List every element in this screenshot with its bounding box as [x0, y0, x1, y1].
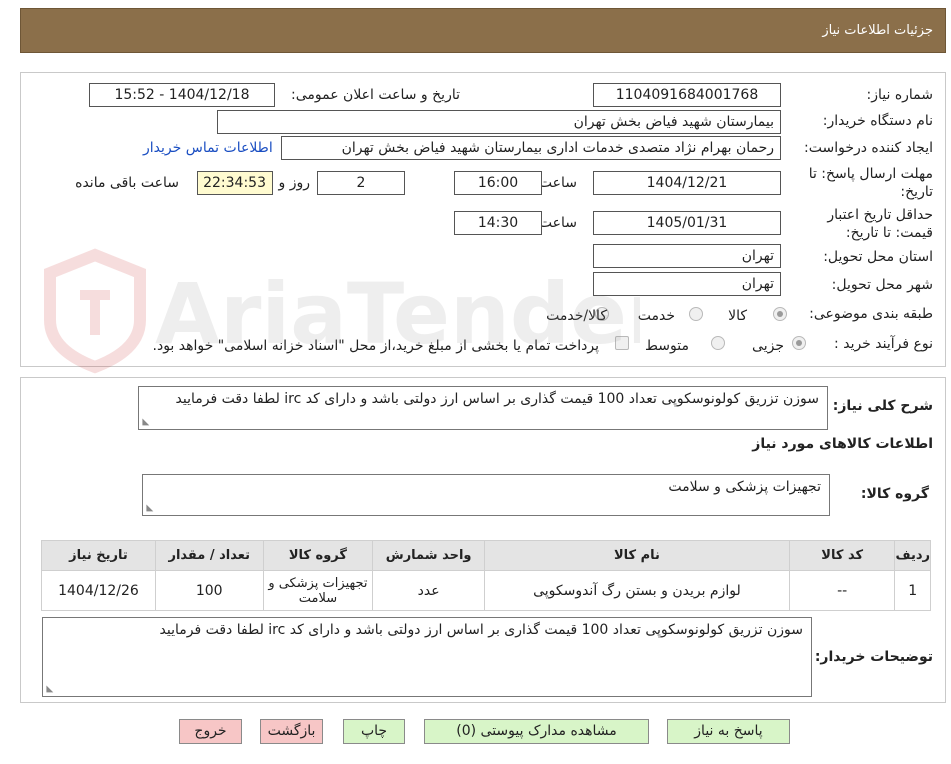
need-info-panel: شماره نیاز: 1104091684001768 تاریخ و ساع…: [20, 72, 946, 367]
buyer-notes-label: توضیحات خریدار:: [814, 649, 933, 665]
cell-qty: 100: [154, 570, 264, 611]
back-button[interactable]: بازگشت: [260, 719, 323, 744]
announce-label: تاریخ و ساعت اعلان عمومی:: [291, 87, 460, 103]
payment-note: پرداخت تمام یا بخشی از مبلغ خرید،از محل …: [152, 338, 599, 354]
creator-field: رحمان بهرام نژاد متصدی خدمات اداری بیمار…: [281, 136, 781, 160]
cell-date: 1404/12/26: [41, 570, 156, 611]
process-minor-radio[interactable]: [792, 336, 806, 350]
items-table: ردیف کد کالا نام کالا واحد شمارش گروه کا…: [41, 540, 931, 611]
col-row: ردیف: [894, 540, 931, 571]
remaining-label: ساعت باقی مانده: [75, 175, 179, 191]
cell-name: لوازم بریدن و بستن رگ آندوسکوپی: [483, 570, 790, 611]
buyer-org-field: بیمارستان شهید فیاض بخش تهران: [217, 110, 781, 134]
goods-group-textarea[interactable]: تجهیزات پزشکی و سلامت ◢: [142, 474, 830, 516]
goods-info-title: اطلاعات کالاهای مورد نیاز: [752, 436, 933, 452]
buyer-notes-textarea[interactable]: سوزن تزریق کولونوسکوپی تعداد 100 قیمت گذ…: [42, 617, 812, 697]
process-medium-radio[interactable]: [711, 336, 725, 350]
resize-grip-icon[interactable]: ◢: [144, 505, 154, 512]
col-unit: واحد شمارش: [372, 540, 485, 571]
deadline-time-label: ساعت: [538, 175, 577, 191]
validity-label: حداقل تاریخ اعتبار قیمت: تا تاریخ:: [827, 207, 933, 241]
process-minor-label: جزیی: [752, 338, 784, 354]
col-date: تاریخ نیاز: [41, 540, 156, 571]
process-label: نوع فرآیند خرید :: [834, 336, 933, 352]
col-code: کد کالا: [788, 540, 896, 571]
exit-button[interactable]: خروج: [179, 719, 242, 744]
summary-textarea[interactable]: سوزن تزریق کولونوسکوپی تعداد 100 قیمت گذ…: [138, 386, 828, 430]
process-medium-label: متوسط: [645, 338, 689, 354]
reply-button[interactable]: پاسخ به نیاز: [667, 719, 790, 744]
buyer-org-label: نام دستگاه خریدار:: [822, 113, 933, 129]
col-group: گروه کالا: [262, 540, 374, 571]
cell-unit: عدد: [372, 570, 485, 611]
col-qty: تعداد / مقدار: [154, 540, 264, 571]
resize-grip-icon[interactable]: ◢: [140, 419, 150, 426]
validity-time-label: ساعت: [538, 215, 577, 231]
category-label: طبقه بندی موضوعی:: [809, 306, 933, 322]
city-field: تهران: [593, 272, 781, 296]
goods-group-text: تجهیزات پزشکی و سلامت: [668, 479, 821, 495]
category-goods-label: کالا: [728, 308, 747, 324]
attachments-button[interactable]: مشاهده مدارک پیوستی (0): [424, 719, 649, 744]
need-number-label: شماره نیاز:: [866, 87, 934, 103]
deadline-label: مهلت ارسال پاسخ: تا تاریخ:: [808, 166, 933, 200]
province-label: استان محل تحویل:: [823, 249, 933, 265]
deadline-time-field: 16:00: [454, 171, 542, 195]
goods-group-label: گروه کالا:: [860, 486, 929, 502]
summary-label: شرح کلی نیاز:: [832, 398, 933, 414]
page-title: جزئیات اطلاعات نیاز: [822, 23, 933, 38]
creator-label: ایجاد کننده درخواست:: [804, 140, 933, 156]
cell-group: تجهیزات پزشکی و سلامت: [262, 570, 374, 611]
days-label: روز و: [278, 175, 311, 191]
validity-date-field: 1405/01/31: [593, 211, 781, 235]
resize-grip-icon[interactable]: ◢: [44, 686, 54, 693]
city-label: شهر محل تحویل:: [831, 277, 933, 293]
cell-code: --: [788, 570, 896, 611]
page-header: جزئیات اطلاعات نیاز: [20, 8, 946, 53]
validity-time-field: 14:30: [454, 211, 542, 235]
buyer-notes-text: سوزن تزریق کولونوسکوپی تعداد 100 قیمت گذ…: [159, 622, 803, 638]
cell-row: 1: [894, 570, 931, 611]
remaining-time-field: 22:34:53: [197, 171, 273, 195]
print-button[interactable]: چاپ: [343, 719, 405, 744]
days-field: 2: [317, 171, 405, 195]
summary-text: سوزن تزریق کولونوسکوپی تعداد 100 قیمت گذ…: [175, 391, 819, 407]
col-name: نام کالا: [483, 540, 790, 571]
category-service-radio[interactable]: [689, 307, 703, 321]
table-header-row: ردیف کد کالا نام کالا واحد شمارش گروه کا…: [41, 540, 931, 571]
buyer-contact-link[interactable]: اطلاعات تماس خریدار: [143, 140, 273, 156]
goods-panel: شرح کلی نیاز: سوزن تزریق کولونوسکوپی تعد…: [20, 377, 946, 613]
buyer-notes-panel: توضیحات خریدار: سوزن تزریق کولونوسکوپی ت…: [20, 613, 946, 703]
treasury-checkbox[interactable]: [615, 336, 629, 350]
category-service-label: خدمت: [637, 308, 675, 324]
deadline-date-field: 1404/12/21: [593, 171, 781, 195]
province-field: تهران: [593, 244, 781, 268]
category-goods-radio[interactable]: [773, 307, 787, 321]
category-goods-service-label: کالا/خدمت: [546, 308, 607, 324]
table-row: 1 -- لوازم بریدن و بستن رگ آندوسکوپی عدد…: [41, 570, 931, 611]
need-number-field: 1104091684001768: [593, 83, 781, 107]
announce-field: 1404/12/18 - 15:52: [89, 83, 275, 107]
